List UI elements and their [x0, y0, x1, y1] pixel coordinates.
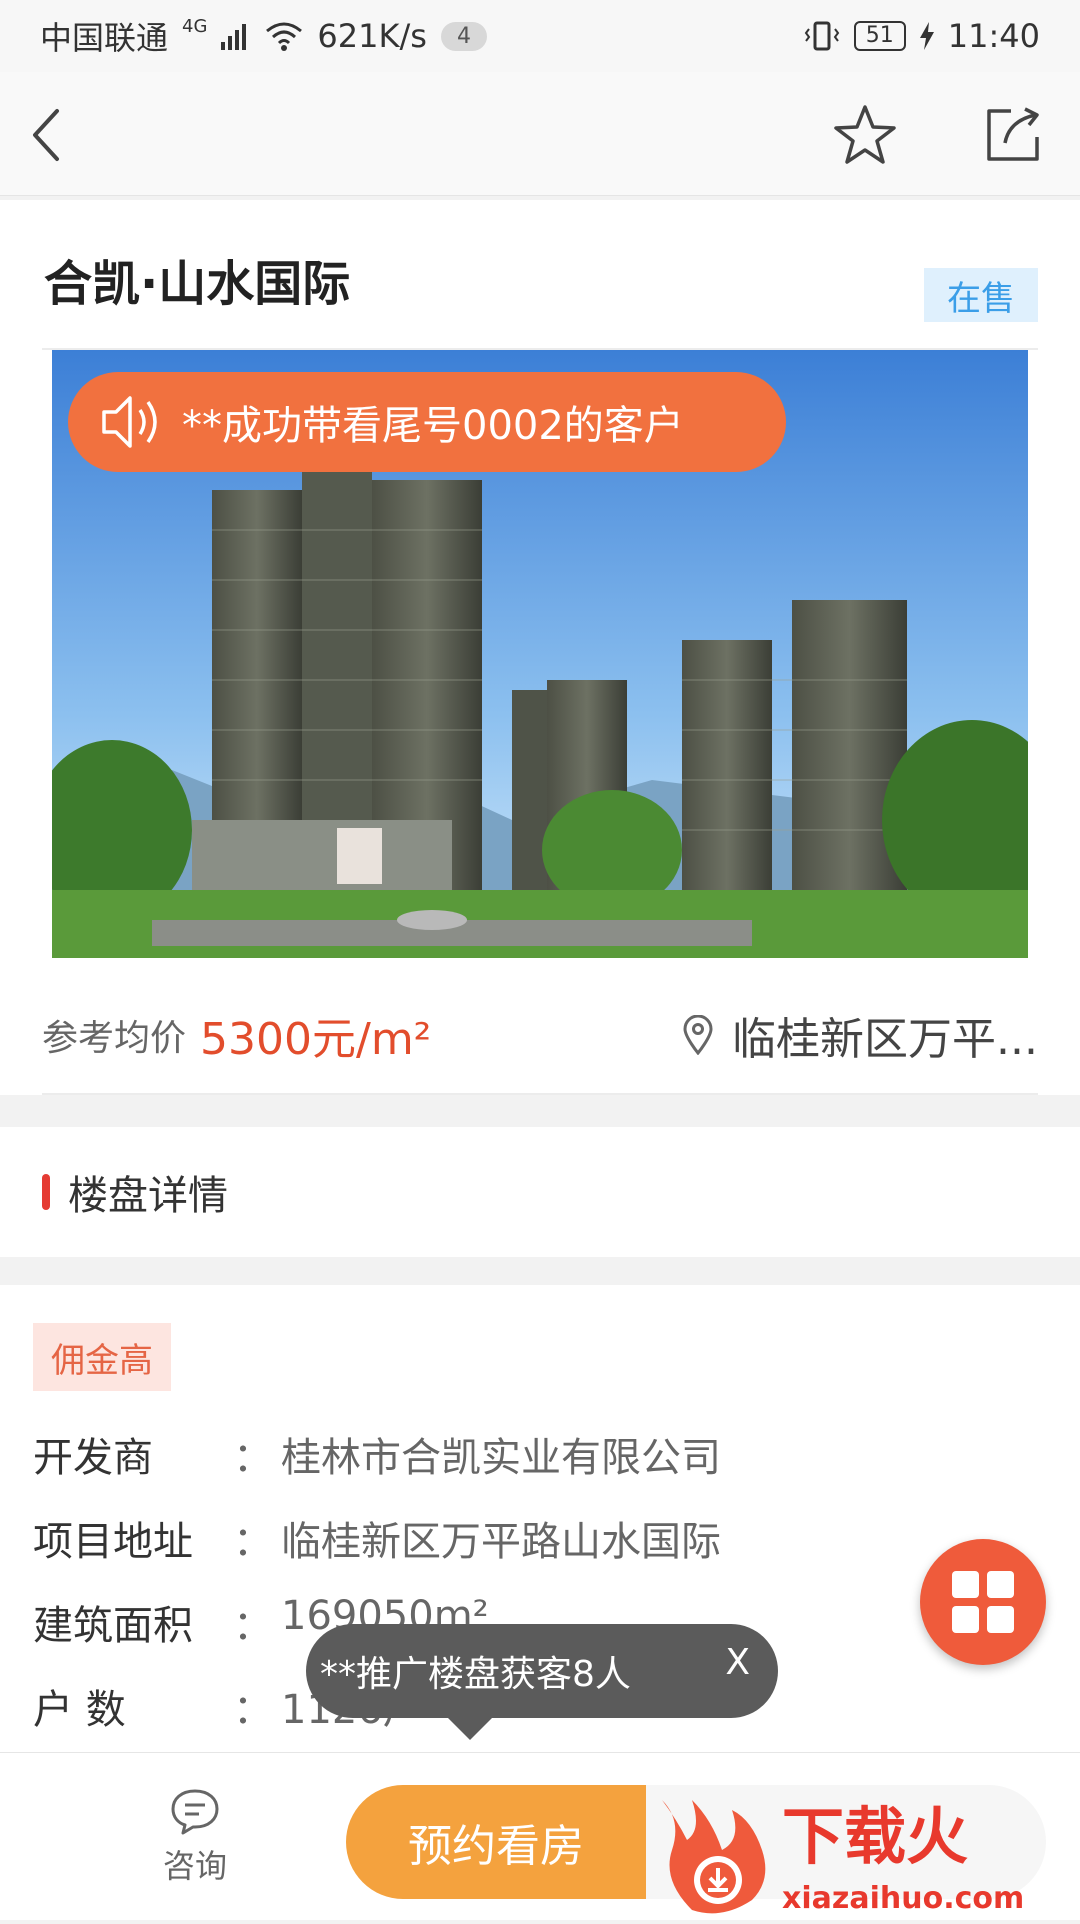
price-label: 参考均价 [42, 1018, 187, 1059]
promotion-tooltip: **推广楼盘获客8人 X [306, 1624, 778, 1718]
tooltip-text: **推广楼盘获客8人 [320, 1654, 631, 1695]
grid-icon [952, 1571, 1014, 1633]
project-card: 合凯·山水国际 在售 **成功带看尾号0002的客户 参考均价 5300元/m²… [0, 200, 1080, 1095]
project-title: 合凯·山水国际 [44, 256, 351, 312]
vibrate-icon [804, 21, 840, 51]
speaker-icon [102, 396, 157, 448]
section-header: 楼盘详情 [0, 1127, 1080, 1257]
section-accent-bar [42, 1174, 50, 1210]
favorite-button[interactable] [832, 102, 898, 168]
share-icon [987, 107, 1039, 161]
detail-label: 开发商 [33, 1435, 153, 1481]
section-title: 楼盘详情 [68, 1173, 228, 1219]
activity-toast[interactable]: **成功带看尾号0002的客户 [68, 372, 786, 472]
chevron-left-icon [33, 109, 59, 161]
star-outline-icon [834, 105, 896, 164]
detail-colon: ： [233, 1603, 273, 1649]
location-pin-icon [683, 1015, 713, 1055]
price-value: 5300元/m² [200, 1014, 432, 1065]
watermark: 下载火 xiazaihuo.com [642, 1780, 1080, 1920]
divider [42, 1093, 1038, 1095]
battery-indicator: 51 [853, 21, 906, 51]
tooltip-arrow [448, 1718, 492, 1740]
status-badge: 在售 [924, 268, 1038, 322]
charging-icon [919, 22, 934, 50]
detail-colon: ： [233, 1519, 273, 1565]
book-viewing-button[interactable]: 预约看房 [346, 1785, 646, 1899]
watermark-url: xiazaihuo.com [782, 1881, 1024, 1916]
commission-tag: 佣金高 [33, 1323, 171, 1391]
detail-colon: ： [233, 1687, 273, 1733]
chat-bubble-icon [171, 1789, 219, 1835]
carrier-label: 中国联通 [40, 19, 169, 57]
consult-label: 咨询 [162, 1847, 227, 1885]
detail-label: 项目地址 [33, 1519, 193, 1565]
signal-icon [221, 24, 247, 50]
network-speed: 621K/s [317, 17, 427, 55]
top-nav-bar [0, 72, 1080, 196]
detail-row-address: 项目地址 ： 临桂新区万平路山水国际 [33, 1509, 721, 1567]
notification-count-badge: 4 [440, 21, 487, 51]
detail-value: 桂林市合凯实业有限公司 [281, 1435, 721, 1481]
detail-label: 户 数 [33, 1687, 126, 1733]
xiazaihuo-logo: 下载火 xiazaihuo.com [662, 1800, 1024, 1916]
floating-menu-button[interactable] [920, 1539, 1046, 1665]
detail-row-developer: 开发商 ： 桂林市合凯实业有限公司 [33, 1425, 721, 1483]
tooltip-close-button[interactable]: X [725, 1642, 750, 1683]
network-type: 4G [182, 15, 208, 37]
status-bar: 中国联通 4G 621K/s 4 51 11:40 [0, 0, 1080, 72]
detail-label: 建筑面积 [33, 1603, 193, 1649]
detail-value: 临桂新区万平路山水国际 [281, 1519, 721, 1565]
clock: 11:40 [947, 17, 1040, 55]
book-viewing-label: 预约看房 [408, 1821, 584, 1872]
toast-text: **成功带看尾号0002的客户 [182, 403, 684, 449]
back-button[interactable] [14, 102, 80, 168]
share-button[interactable] [980, 102, 1046, 168]
detail-colon: ： [233, 1435, 273, 1481]
location-link[interactable]: 临桂新区万平... [682, 1003, 1038, 1067]
watermark-brand: 下载火 [782, 1800, 968, 1873]
consult-button[interactable]: 咨询 [150, 1787, 240, 1887]
location-text: 临桂新区万平... [732, 1014, 1038, 1065]
price-location-row: 参考均价 5300元/m² 临桂新区万平... [42, 1000, 1038, 1070]
wifi-icon [266, 22, 303, 51]
